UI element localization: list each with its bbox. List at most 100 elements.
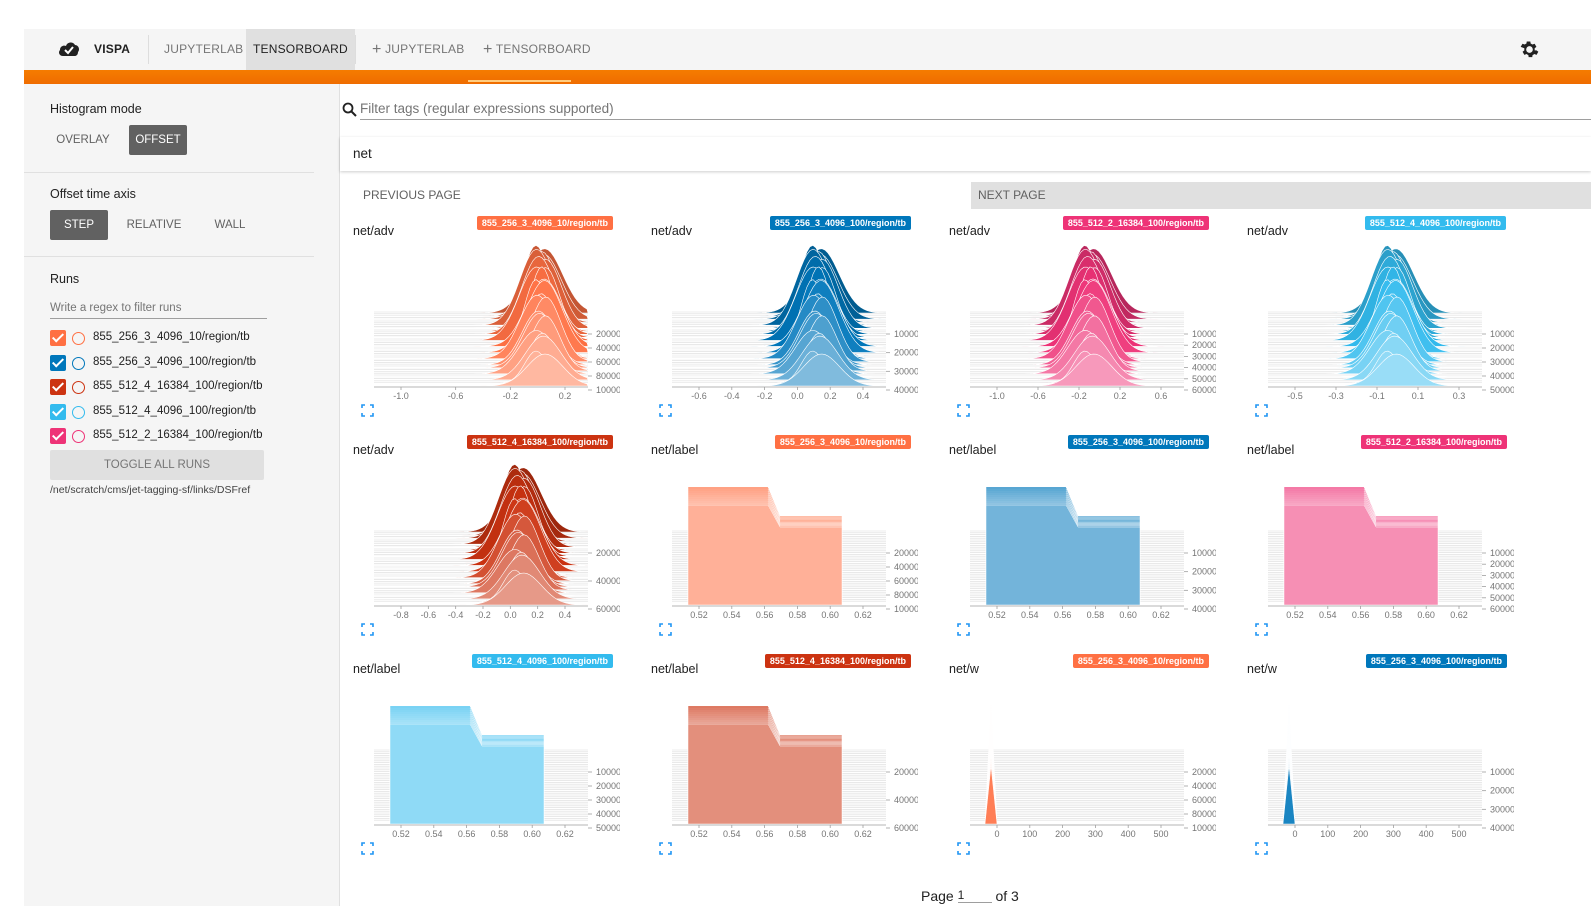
- relative-button[interactable]: RELATIVE: [120, 210, 188, 240]
- overlay-button[interactable]: OVERLAY: [50, 125, 116, 155]
- y-tick-label: 300000: [1192, 585, 1216, 595]
- background-lines: [1268, 749, 1482, 821]
- run-color-swatch[interactable]: [72, 381, 85, 394]
- tag-filter-input[interactable]: [360, 98, 1591, 120]
- run-badge: 855_512_4_16384_100/region/tb: [466, 435, 613, 449]
- x-tick-label: 0.62: [1450, 610, 1468, 620]
- main-panel: net PREVIOUS PAGE NEXT PAGE net/adv855_2…: [340, 84, 1591, 919]
- y-tick-label: 500000: [1490, 385, 1514, 395]
- x-tick-label: 0.62: [556, 829, 574, 839]
- fullscreen-icon[interactable]: [957, 842, 970, 855]
- page-total: of 3: [995, 888, 1019, 904]
- x-tick-label: 0.52: [690, 610, 708, 620]
- run-checkbox[interactable]: [50, 354, 66, 371]
- run-checkbox[interactable]: [50, 403, 66, 420]
- x-tick-label: -0.4: [448, 610, 464, 620]
- run-color-swatch[interactable]: [72, 430, 85, 443]
- x-tick-label: 0.0: [791, 391, 804, 401]
- y-tick-label: 100000: [596, 385, 620, 395]
- x-tick-label: 0.54: [723, 610, 741, 620]
- fullscreen-icon[interactable]: [361, 842, 374, 855]
- histogram-slice: [374, 467, 589, 533]
- x-tick-label: 0.58: [789, 610, 807, 620]
- x-tick-label: 0.56: [756, 610, 774, 620]
- histogram-card: net/w 855_256_3_4096_10/region/tb 0 100 200 3…: [936, 654, 1216, 864]
- y-tick-label: 100000: [894, 329, 918, 339]
- histogram-chart: 0 100 200 300 400 500 100000 200000 300000 400000: [1268, 703, 1514, 839]
- fullscreen-icon[interactable]: [1255, 623, 1268, 636]
- run-checkbox[interactable]: [50, 330, 66, 346]
- x-tick-label: 0.54: [1021, 610, 1039, 620]
- run-name: 855_512_4_4096_100/region/tb: [93, 404, 257, 417]
- histogram-card: net/adv 855_512_4_4096_100/region/tb -0.5-…: [1234, 216, 1514, 426]
- fullscreen-icon[interactable]: [957, 623, 970, 636]
- x-tick-label: 0.4: [857, 391, 870, 401]
- fullscreen-icon[interactable]: [659, 623, 672, 636]
- fullscreen-icon[interactable]: [659, 842, 672, 855]
- fullscreen-icon[interactable]: [1255, 404, 1268, 417]
- new-tab-tensorboard[interactable]: + TENSORBOARD: [483, 29, 591, 70]
- runs-filter-input[interactable]: [50, 297, 267, 319]
- x-tick-label: 0.2: [531, 610, 544, 620]
- divider: [24, 256, 314, 257]
- x-tick-label: -0.2: [503, 391, 519, 401]
- x-tick-label: 0.58: [1087, 610, 1105, 620]
- toggle-all-runs-button[interactable]: TOGGLE ALL RUNS: [50, 450, 264, 480]
- run-checkbox[interactable]: [50, 428, 66, 444]
- step-button[interactable]: STEP: [50, 210, 108, 240]
- x-tick-label: -0.4: [724, 391, 740, 401]
- tab-jupyterlab[interactable]: JUPYTERLAB: [164, 29, 243, 70]
- x-tick-label: 0.54: [723, 829, 741, 839]
- fullscreen-icon[interactable]: [957, 404, 970, 417]
- y-tick-label: 200000: [1490, 343, 1514, 353]
- top-toolbar: VISPA JUPYTERLAB TENSORBOARD + JUPYTERLA…: [24, 29, 1591, 70]
- run-name: 855_512_2_16384_100/region/tb: [93, 429, 263, 441]
- x-tick-label: 0.60: [821, 610, 839, 620]
- x-tick-label: 400: [1419, 829, 1434, 839]
- next-page-button[interactable]: NEXT PAGE: [971, 182, 1591, 209]
- run-badge: 855_512_4_16384_100/region/tb: [764, 654, 911, 668]
- y-tick-label: 100000: [1192, 823, 1216, 833]
- y-tick-label: 500000: [596, 823, 620, 833]
- y-tick-label: 100000: [894, 604, 918, 614]
- x-tick-label: 0.56: [1054, 610, 1072, 620]
- offset-button[interactable]: OFFSET: [129, 125, 187, 155]
- search-icon: [342, 102, 357, 117]
- y-tick-label: 500000: [1192, 374, 1216, 384]
- page-input[interactable]: 1: [957, 888, 992, 903]
- histogram-chart: -1.0 -0.6 -0.2 0.2 20000 40000 60000 80000 10000…: [374, 244, 620, 401]
- tab-indicator: [468, 80, 571, 82]
- y-tick-label: 300000: [1490, 357, 1514, 367]
- tab-tensorboard[interactable]: TENSORBOARD: [246, 29, 355, 70]
- previous-page-button[interactable]: PREVIOUS PAGE: [363, 188, 461, 202]
- run-color-swatch[interactable]: [72, 332, 85, 345]
- gear-icon[interactable]: [1520, 40, 1539, 59]
- fullscreen-icon[interactable]: [361, 404, 374, 417]
- fullscreen-icon[interactable]: [659, 404, 672, 417]
- group-name: net: [353, 146, 372, 161]
- run-color-swatch[interactable]: [72, 405, 85, 419]
- fullscreen-icon[interactable]: [361, 623, 374, 636]
- wall-button[interactable]: WALL: [204, 210, 256, 240]
- x-tick-label: 300: [1386, 829, 1401, 839]
- new-tab-jupyterlab[interactable]: + JUPYTERLAB: [372, 29, 464, 70]
- group-header[interactable]: net: [340, 137, 1591, 171]
- histogram-card: net/adv 855_256_3_4096_100/region/tb -0.6-…: [638, 216, 918, 426]
- x-tick-label: -0.6: [691, 391, 707, 401]
- x-tick-label: 0.2: [1114, 391, 1127, 401]
- y-tick-label: 20000: [1192, 767, 1216, 777]
- histogram-card: net/adv 855_512_2_16384_100/region/tb -1.0…: [936, 216, 1216, 426]
- y-tick-label: 100000: [1192, 329, 1216, 339]
- x-tick-label: 0.52: [392, 829, 410, 839]
- y-tick-label: 100000: [596, 767, 620, 777]
- fullscreen-icon[interactable]: [1255, 842, 1268, 855]
- x-tick-label: 0.62: [854, 610, 872, 620]
- run-checkbox[interactable]: [50, 379, 66, 395]
- run-color-swatch[interactable]: [72, 356, 85, 370]
- divider: [148, 35, 149, 64]
- y-tick-label: 200000: [1192, 340, 1216, 350]
- brand-name[interactable]: VISPA: [94, 29, 130, 70]
- y-tick-label: 60000: [596, 357, 620, 367]
- x-tick-label: 200: [1055, 829, 1070, 839]
- x-tick-label: 0.60: [1417, 610, 1435, 620]
